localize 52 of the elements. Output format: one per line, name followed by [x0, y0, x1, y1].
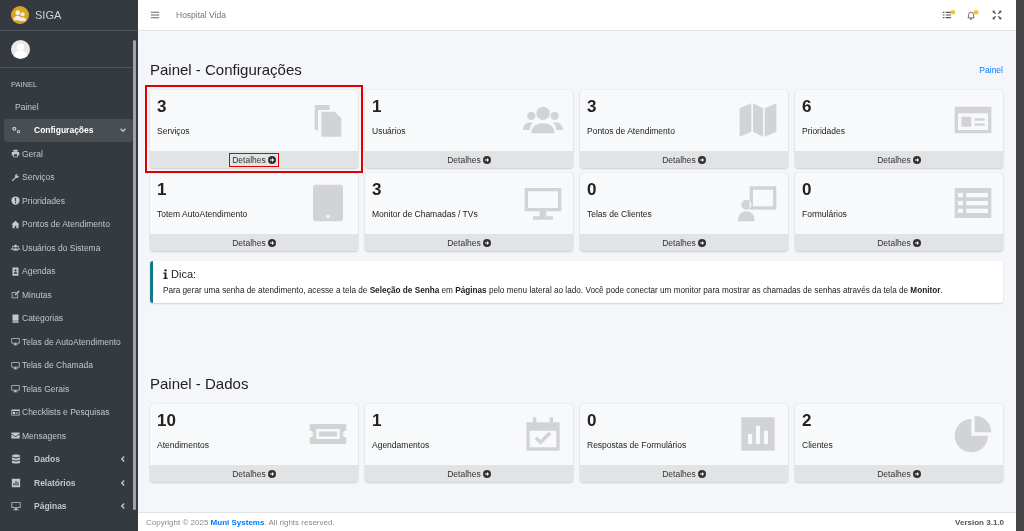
nav-item[interactable]: Telas de AutoAtendimento — [0, 330, 138, 354]
nav-group[interactable]: Relatórios — [4, 471, 133, 495]
brand-name: SIGA — [35, 9, 62, 21]
stat-label: Telas de Clientes — [587, 209, 652, 219]
stat-label: Formulários — [802, 209, 847, 219]
copyright-text: Copyright © 2025 Muni Systems. All rights reserved. — [146, 517, 335, 527]
stat-value: 10 — [157, 411, 176, 431]
nav-item[interactable]: Telas de Chamada — [0, 353, 138, 377]
stat-value: 1 — [372, 411, 382, 431]
stat-label: Respostas de Formulários — [587, 440, 687, 450]
tip-title: Dica: — [171, 268, 197, 280]
nav-item[interactable]: Prioridades — [0, 189, 138, 213]
nav-item[interactable]: Serviços — [0, 165, 138, 189]
stat-label: Serviços — [157, 126, 190, 136]
stat-label: Usuários — [372, 126, 406, 136]
stat-value: 1 — [157, 180, 167, 200]
nav-group[interactable]: Configurações — [4, 118, 133, 142]
stat-value: 1 — [372, 97, 382, 117]
stat-value: 3 — [157, 97, 167, 117]
nav-item[interactable]: Geral — [0, 142, 138, 166]
section-title: Painel - Dados — [150, 375, 249, 392]
stat-label: Agendamentos — [372, 440, 430, 450]
version-text: Version 3.1.0 — [955, 517, 1004, 527]
organization-name: Hospital Vida — [176, 10, 226, 20]
breadcrumb-link[interactable]: Painel — [979, 64, 1003, 75]
stat-value: 2 — [802, 411, 812, 431]
nav-item[interactable]: Mensagens — [0, 424, 138, 448]
stat-value: 0 — [587, 411, 597, 431]
stat-label: Monitor de Chamadas / TVs — [372, 209, 478, 219]
stat-value: 0 — [587, 180, 597, 200]
tip-text: Para gerar uma senha de atendimento, acesse a tela de Seleção de Senha em Páginas pelo menu lateral ao lado. Você pode conectar um monitor para mostrar as chamadas de senhas através da tela de Monitor. — [163, 286, 944, 295]
nav-item[interactable]: Telas Gerais — [0, 377, 138, 401]
details-link[interactable]: Detalhes — [229, 152, 279, 167]
nav-item[interactable]: Checklists e Pesquisas — [0, 400, 138, 424]
stat-label: Pontos de Atendimento — [587, 126, 675, 136]
stat-label: Clientes — [802, 440, 833, 450]
stat-label: Atendimentos — [157, 440, 209, 450]
nav-item[interactable]: Pontos de Atendimento — [0, 212, 138, 236]
nav-group[interactable]: Páginas — [4, 494, 133, 518]
nav-item[interactable]: Painel — [0, 95, 138, 119]
nav-item[interactable]: Usuários do Sistema — [0, 236, 138, 260]
stat-value: 3 — [372, 180, 382, 200]
nav-group[interactable]: Dados — [4, 447, 133, 471]
stat-value: 6 — [802, 97, 812, 117]
nav-item[interactable]: Agendas — [0, 259, 138, 283]
stat-value: 0 — [802, 180, 812, 200]
stat-label: Totem AutoAtendimento — [157, 209, 248, 219]
stat-value: 3 — [587, 97, 597, 117]
nav-item[interactable]: Categorias — [0, 306, 138, 330]
stat-label: Prioridades — [802, 126, 845, 136]
section-title: Painel - Configurações — [150, 61, 302, 78]
nav-item[interactable]: Minutas — [0, 283, 138, 307]
